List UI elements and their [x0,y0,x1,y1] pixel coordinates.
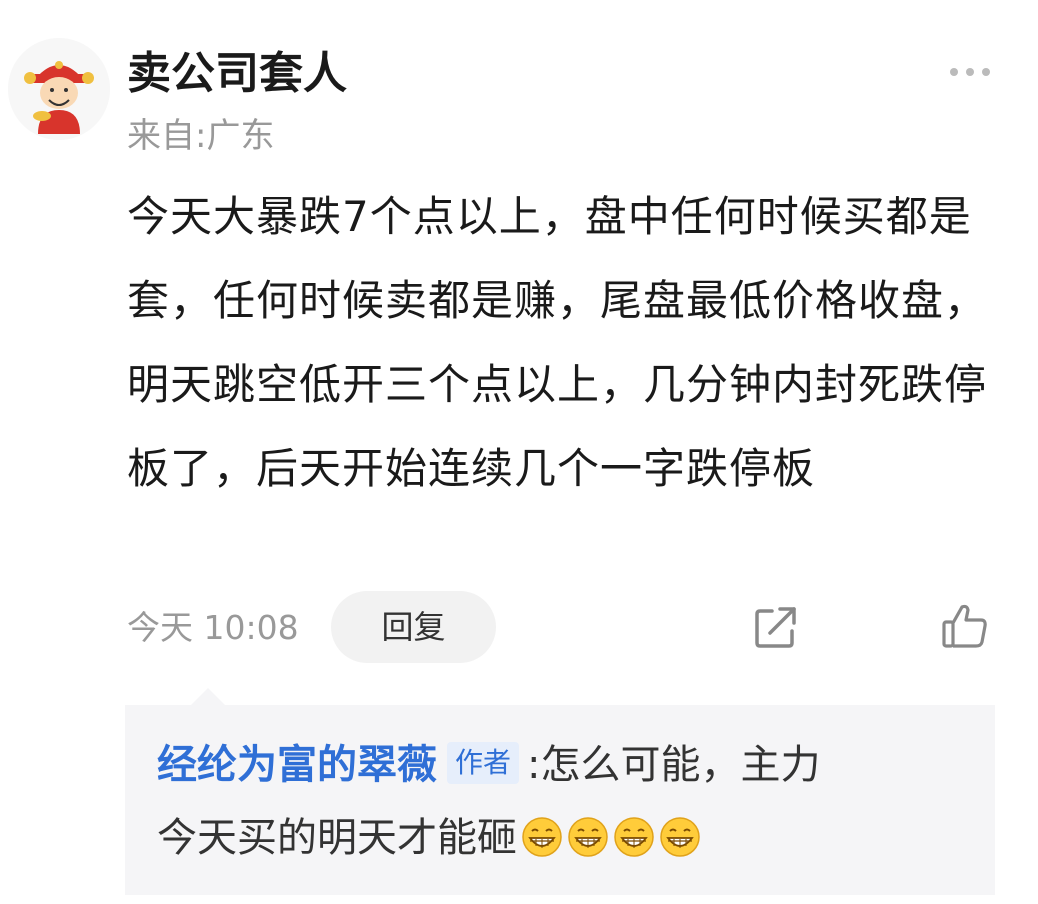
grinning-face-icon [567,816,609,858]
share-icon [755,607,796,648]
reply-text-1: 怎么可能，主力 [540,742,821,788]
grinning-face-icon [613,816,655,858]
share-button[interactable] [752,603,800,651]
location-label: 来自:广东 [127,116,275,156]
author-badge: 作者 [447,742,520,784]
reply-separator: : [527,742,541,788]
user-avatar[interactable] [8,38,110,140]
post-content: 今天大暴跌7个点以上，盘中任何时候买都是套，任何时候卖都是赚，尾盘最低价格收盘，… [127,192,988,493]
caishen-avatar-icon [8,38,110,140]
thumbs-up-icon [942,604,987,648]
reply-pointer [191,688,225,705]
reply-author[interactable]: 经纶为富的翠薇 [157,742,437,788]
post-timestamp: 今天 10:08 [127,608,299,647]
reply-text-2: 今天买的明天才能砸 [157,815,517,861]
more-options-button[interactable] [940,54,1000,90]
username[interactable]: 卖公司套人 [127,44,347,104]
grinning-face-icon [521,816,563,858]
reply-line-2: 今天买的明天才能砸 [157,808,701,868]
reply-button[interactable]: 回复 [331,591,496,663]
reply-line: 经纶为富的翠薇 作者:怎么可能，主力 [157,735,821,795]
emoji-row [517,815,701,861]
like-button[interactable] [940,601,990,651]
more-dots-icon [950,68,990,76]
grinning-face-icon [659,816,701,858]
